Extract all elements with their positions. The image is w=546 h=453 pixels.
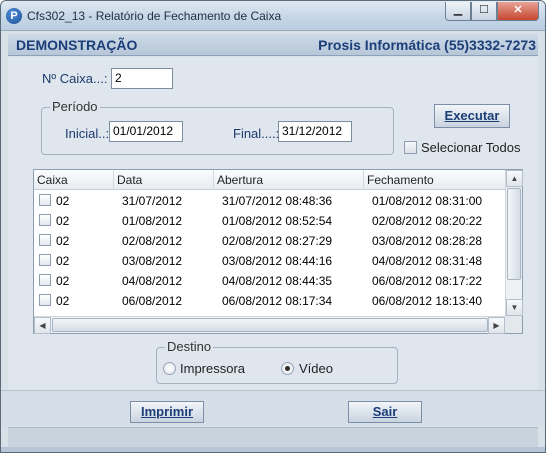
horizontal-scrollbar[interactable]: ◀ ▶ xyxy=(34,316,505,334)
selecionar-todos-label: Selecionar Todos xyxy=(421,140,521,155)
main-panel: Nº Caixa...: 2 Período Inicial..: 01/01/… xyxy=(8,57,538,390)
app-logo-icon: P xyxy=(6,8,22,24)
caixa-cell: 02 xyxy=(56,254,70,268)
video-label: Vídeo xyxy=(299,361,333,376)
table-row[interactable]: 02 06/08/2012 06/08/2012 08:17:34 06/08/… xyxy=(34,291,505,311)
table-row[interactable]: 02 04/08/2012 04/08/2012 08:44:35 06/08/… xyxy=(34,271,505,291)
minimize-icon[interactable]: ▁ xyxy=(445,2,471,21)
row-checkbox[interactable] xyxy=(39,274,51,286)
scroll-down-icon[interactable]: ▼ xyxy=(506,299,523,316)
fechamento-cell: 06/08/2012 18:13:40 xyxy=(372,294,483,308)
abertura-cell: 31/07/2012 08:48:36 xyxy=(222,194,333,208)
fechamento-cell: 01/08/2012 08:31:00 xyxy=(372,194,483,208)
row-checkbox[interactable] xyxy=(39,214,51,226)
table-row[interactable]: 02 31/07/2012 31/07/2012 08:48:36 01/08/… xyxy=(34,191,505,211)
caixa-grid: Caixa Data Abertura Fechamento 02 31/07/… xyxy=(33,169,523,334)
fechamento-cell: 06/08/2012 08:17:22 xyxy=(372,274,483,288)
scroll-corner xyxy=(505,316,522,333)
abertura-cell: 04/08/2012 08:44:35 xyxy=(222,274,333,288)
abertura-cell: 02/08/2012 08:27:29 xyxy=(222,234,333,248)
table-row[interactable]: 02 03/08/2012 03/08/2012 08:44:16 04/08/… xyxy=(34,251,505,271)
horizontal-scroll-thumb[interactable] xyxy=(52,318,488,332)
fechamento-cell: 03/08/2012 08:28:28 xyxy=(372,234,483,248)
close-icon[interactable]: ✕ xyxy=(497,2,539,21)
abertura-cell: 03/08/2012 08:44:16 xyxy=(222,254,333,268)
data-cell: 06/08/2012 xyxy=(122,294,183,308)
abertura-cell: 06/08/2012 08:17:34 xyxy=(222,294,333,308)
caixa-cell: 02 xyxy=(56,214,70,228)
inicial-label: Inicial..: xyxy=(65,126,110,141)
destino-group: Destino Impressora Vídeo xyxy=(156,339,398,384)
report-window: P Cfs302_13 - Relatório de Fechamento de… xyxy=(0,0,546,453)
demo-label: DEMONSTRAÇÃO xyxy=(16,37,138,53)
window-controls: ▁ ☐ ✕ xyxy=(445,2,539,21)
maximize-icon[interactable]: ☐ xyxy=(471,2,497,21)
vertical-scrollbar[interactable]: ▲ ▼ xyxy=(505,170,523,316)
row-checkbox[interactable] xyxy=(39,294,51,306)
fechamento-cell: 02/08/2012 08:20:22 xyxy=(372,214,483,228)
executar-button[interactable]: Executar xyxy=(434,104,510,128)
data-cell: 31/07/2012 xyxy=(122,194,183,208)
header-bar: DEMONSTRAÇÃO Prosis Informática (55)3332… xyxy=(8,34,538,56)
caixa-input[interactable]: 2 xyxy=(111,68,173,89)
scroll-right-icon[interactable]: ▶ xyxy=(488,317,505,334)
row-checkbox[interactable] xyxy=(39,194,51,206)
table-row[interactable]: 02 02/08/2012 02/08/2012 08:27:29 03/08/… xyxy=(34,231,505,251)
caixa-cell: 02 xyxy=(56,194,70,208)
caixa-cell: 02 xyxy=(56,234,70,248)
grid-header: Caixa Data Abertura Fechamento xyxy=(34,170,505,190)
imprimir-button[interactable]: Imprimir xyxy=(130,401,204,423)
button-bar: Imprimir Sair xyxy=(1,390,545,426)
column-header[interactable]: Fechamento xyxy=(364,170,505,190)
window-bottom-frame xyxy=(1,447,545,452)
periodo-group: Período Inicial..: 01/01/2012 Final....:… xyxy=(41,99,394,155)
selecionar-todos-checkbox[interactable] xyxy=(404,141,417,154)
caixa-cell: 02 xyxy=(56,274,70,288)
scroll-left-icon[interactable]: ◀ xyxy=(34,317,51,334)
final-date-input[interactable]: 31/12/2012 xyxy=(278,121,352,142)
abertura-cell: 01/08/2012 08:52:54 xyxy=(222,214,333,228)
sair-button[interactable]: Sair xyxy=(348,401,422,423)
video-radio[interactable] xyxy=(281,362,294,375)
data-cell: 04/08/2012 xyxy=(122,274,183,288)
vertical-scroll-thumb[interactable] xyxy=(507,188,521,280)
table-row[interactable]: 02 01/08/2012 01/08/2012 08:52:54 02/08/… xyxy=(34,211,505,231)
row-checkbox[interactable] xyxy=(39,254,51,266)
scroll-up-icon[interactable]: ▲ xyxy=(506,170,523,187)
inicial-date-input[interactable]: 01/01/2012 xyxy=(109,121,183,142)
data-cell: 02/08/2012 xyxy=(122,234,183,248)
window-title: Cfs302_13 - Relatório de Fechamento de C… xyxy=(27,9,282,23)
column-header[interactable]: Data xyxy=(114,170,214,190)
row-checkbox[interactable] xyxy=(39,234,51,246)
data-cell: 03/08/2012 xyxy=(122,254,183,268)
status-bar xyxy=(8,427,538,447)
title-bar[interactable]: P Cfs302_13 - Relatório de Fechamento de… xyxy=(1,1,545,31)
fechamento-cell: 04/08/2012 08:31:48 xyxy=(372,254,483,268)
column-header[interactable]: Caixa xyxy=(34,170,114,190)
column-header[interactable]: Abertura xyxy=(214,170,364,190)
impressora-label: Impressora xyxy=(180,361,246,376)
caixa-label: Nº Caixa...: xyxy=(42,71,108,86)
impressora-radio[interactable] xyxy=(163,362,176,375)
final-label: Final....: xyxy=(233,126,280,141)
company-label: Prosis Informática (55)3332-7273 xyxy=(318,37,536,53)
destino-title: Destino xyxy=(165,339,214,354)
periodo-title: Período xyxy=(50,99,100,114)
data-cell: 01/08/2012 xyxy=(122,214,183,228)
caixa-cell: 02 xyxy=(56,294,70,308)
